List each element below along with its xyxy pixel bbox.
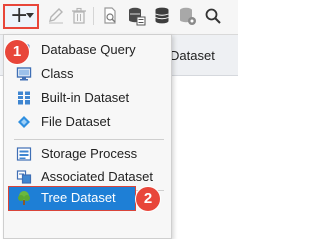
add-dataset-button[interactable]: +	[3, 4, 39, 29]
edit-icon	[49, 8, 63, 24]
menu-item-label: Storage Process	[41, 146, 138, 161]
menu-item-label: Database Query	[41, 42, 136, 57]
database-settings-button[interactable]	[126, 6, 146, 26]
chevron-down-icon	[26, 13, 34, 18]
class-icon	[16, 66, 32, 82]
menu-item-built-in-dataset[interactable]: Built-in Dataset	[8, 86, 168, 109]
step-badge-1: 1	[5, 40, 29, 64]
step-badge-2: 2	[136, 187, 160, 211]
dataset-panel: Dataset + Database Query Class Built-in …	[0, 0, 238, 239]
file-dataset-icon	[16, 114, 32, 130]
associated-dataset-icon	[16, 169, 32, 185]
database-icon	[155, 7, 169, 24]
edit-button[interactable]	[46, 6, 66, 26]
database-gear-button[interactable]	[177, 6, 197, 26]
menu-item-associated-dataset[interactable]: Associated Dataset	[8, 165, 168, 188]
menu-item-database-query[interactable]: Database Query	[8, 38, 168, 61]
menu-item-label: File Dataset	[41, 114, 111, 129]
toolbar-divider	[93, 7, 94, 25]
menu-separator	[14, 139, 164, 140]
menu-item-label: Associated Dataset	[41, 169, 154, 184]
search-icon	[205, 8, 221, 24]
menu-item-tree-dataset[interactable]: Tree Dataset	[8, 186, 136, 211]
menu-item-file-dataset[interactable]: File Dataset	[8, 110, 168, 133]
database-button[interactable]	[152, 6, 172, 26]
preview-button[interactable]	[100, 6, 120, 26]
delete-icon	[72, 7, 86, 24]
menu-item-label: Class	[41, 66, 74, 81]
database-gear-icon	[180, 7, 196, 25]
delete-button[interactable]	[69, 6, 89, 26]
tree-icon	[16, 190, 32, 206]
builtin-dataset-icon	[16, 90, 32, 106]
toolbar: +	[0, 0, 238, 35]
preview-icon	[104, 7, 116, 24]
search-button[interactable]	[203, 6, 223, 26]
menu-item-label: Built-in Dataset	[41, 90, 130, 105]
menu-item-storage-process[interactable]: Storage Process	[8, 142, 168, 165]
column-header-label: Dataset	[170, 48, 215, 63]
menu-item-class[interactable]: Class	[8, 62, 168, 85]
database-settings-icon	[129, 7, 146, 26]
storage-process-icon	[16, 146, 32, 162]
menu-item-label: Tree Dataset	[41, 190, 116, 205]
